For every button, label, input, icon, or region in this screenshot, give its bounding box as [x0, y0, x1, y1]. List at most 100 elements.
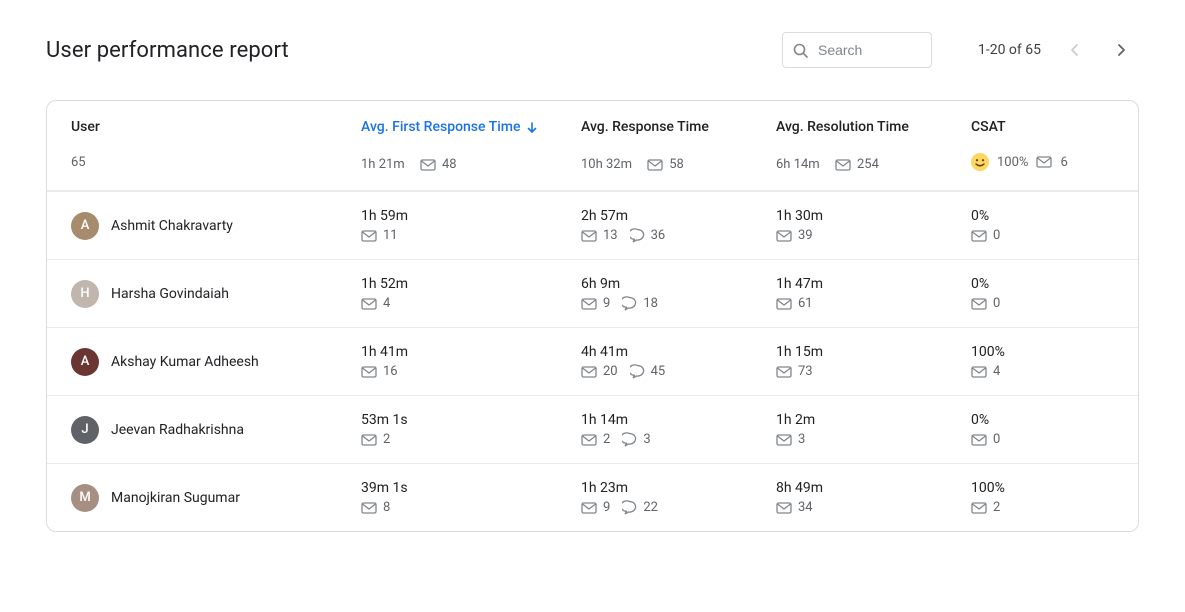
envelope-icon [776, 502, 792, 514]
envelope-icon [420, 159, 436, 171]
envelope-icon [971, 502, 987, 514]
envelope-icon [361, 434, 377, 446]
envelope-icon [835, 159, 851, 171]
report-table: User Avg. First Response Time Avg. Respo… [46, 100, 1139, 532]
chat-icon [630, 228, 645, 243]
cell-frt-mail: 4 [383, 296, 390, 311]
cell-rt-mail: 9 [603, 296, 610, 311]
envelope-icon [971, 366, 987, 378]
chat-icon [630, 364, 645, 379]
search-input[interactable] [816, 41, 921, 59]
cell-rt: 1h 14m [581, 412, 776, 428]
envelope-icon [361, 366, 377, 378]
table-row[interactable]: H Harsha Govindaiah 1h 52m 4 6h 9m 9 18 … [47, 259, 1138, 327]
cell-res-mail: 39 [798, 228, 813, 243]
cell-rt-chat: 22 [643, 500, 658, 515]
user-name: Ashmit Chakravarty [111, 218, 233, 234]
cell-csat: 100% [971, 480, 1114, 496]
envelope-icon [971, 298, 987, 310]
cell-csat-mail: 2 [993, 500, 1000, 515]
chevron-left-icon [1067, 42, 1083, 58]
cell-rt-mail: 9 [603, 500, 610, 515]
envelope-icon [971, 230, 987, 242]
search-icon [793, 43, 808, 58]
envelope-icon [1036, 156, 1052, 168]
page-title: User performance report [46, 38, 766, 63]
summary-csat-mail: 6 [1060, 155, 1067, 170]
cell-csat-mail: 4 [993, 364, 1000, 379]
envelope-icon [647, 159, 663, 171]
envelope-icon [361, 502, 377, 514]
summary-res: 6h 14m [776, 157, 820, 172]
cell-res: 1h 2m [776, 412, 971, 428]
search-box[interactable] [782, 32, 932, 68]
cell-rt-mail: 2 [603, 432, 610, 447]
column-header-rt[interactable]: Avg. Response Time [581, 119, 709, 135]
cell-rt-chat: 45 [651, 364, 666, 379]
pager-prev-button[interactable] [1057, 32, 1093, 68]
cell-frt-mail: 8 [383, 500, 390, 515]
summary-rt: 10h 32m [581, 157, 632, 172]
cell-frt-mail: 11 [383, 228, 398, 243]
cell-csat-mail: 0 [993, 228, 1000, 243]
envelope-icon [581, 502, 597, 514]
cell-res-mail: 3 [798, 432, 805, 447]
envelope-icon [971, 434, 987, 446]
envelope-icon [581, 434, 597, 446]
column-header-csat[interactable]: CSAT [971, 119, 1006, 135]
summary-csat: 100% [997, 155, 1028, 170]
envelope-icon [581, 230, 597, 242]
column-header-user[interactable]: User [71, 119, 100, 135]
cell-rt-mail: 20 [603, 364, 618, 379]
cell-rt: 6h 9m [581, 276, 776, 292]
table-row[interactable]: M Manojkiran Sugumar 39m 1s 8 1h 23m 9 2… [47, 463, 1138, 531]
cell-rt-chat: 3 [643, 432, 650, 447]
chevron-right-icon [1113, 42, 1129, 58]
column-header-frt[interactable]: Avg. First Response Time [361, 119, 538, 135]
cell-res: 1h 15m [776, 344, 971, 360]
cell-csat: 100% [971, 344, 1114, 360]
envelope-icon [581, 366, 597, 378]
cell-res-mail: 34 [798, 500, 813, 515]
cell-rt: 2h 57m [581, 208, 776, 224]
cell-rt-chat: 18 [643, 296, 658, 311]
cell-csat-mail: 0 [993, 432, 1000, 447]
table-row[interactable]: A Ashmit Chakravarty 1h 59m 11 2h 57m 13… [47, 191, 1138, 259]
column-header-res[interactable]: Avg. Resolution Time [776, 119, 909, 135]
cell-frt: 39m 1s [361, 480, 581, 496]
cell-res: 1h 47m [776, 276, 971, 292]
cell-rt: 1h 23m [581, 480, 776, 496]
user-name: Manojkiran Sugumar [111, 490, 240, 506]
envelope-icon [776, 230, 792, 242]
envelope-icon [361, 230, 377, 242]
table-row[interactable]: A Akshay Kumar Adheesh 1h 41m 16 4h 41m … [47, 327, 1138, 395]
cell-frt-mail: 16 [383, 364, 398, 379]
cell-frt: 1h 52m [361, 276, 581, 292]
user-name: Akshay Kumar Adheesh [111, 354, 259, 370]
chat-icon [622, 432, 637, 447]
cell-res: 1h 30m [776, 208, 971, 224]
summary-rt-mail: 58 [669, 157, 684, 172]
table-row[interactable]: J Jeevan Radhakrishna 53m 1s 2 1h 14m 2 … [47, 395, 1138, 463]
envelope-icon [776, 434, 792, 446]
cell-rt: 4h 41m [581, 344, 776, 360]
user-name: Harsha Govindaiah [111, 286, 229, 302]
summary-res-mail: 254 [857, 157, 879, 172]
avatar: J [71, 416, 99, 444]
envelope-icon [776, 298, 792, 310]
chat-icon [622, 296, 637, 311]
cell-csat: 0% [971, 276, 1114, 292]
cell-frt-mail: 2 [383, 432, 390, 447]
envelope-icon [776, 366, 792, 378]
cell-res: 8h 49m [776, 480, 971, 496]
smile-icon [971, 153, 989, 171]
avatar: A [71, 212, 99, 240]
avatar: H [71, 280, 99, 308]
sort-arrow-down-icon [526, 121, 538, 134]
avatar: M [71, 484, 99, 512]
cell-csat-mail: 0 [993, 296, 1000, 311]
pager-next-button[interactable] [1103, 32, 1139, 68]
summary-frt-mail: 48 [442, 157, 457, 172]
summary-frt: 1h 21m [361, 157, 405, 172]
cell-csat: 0% [971, 208, 1114, 224]
